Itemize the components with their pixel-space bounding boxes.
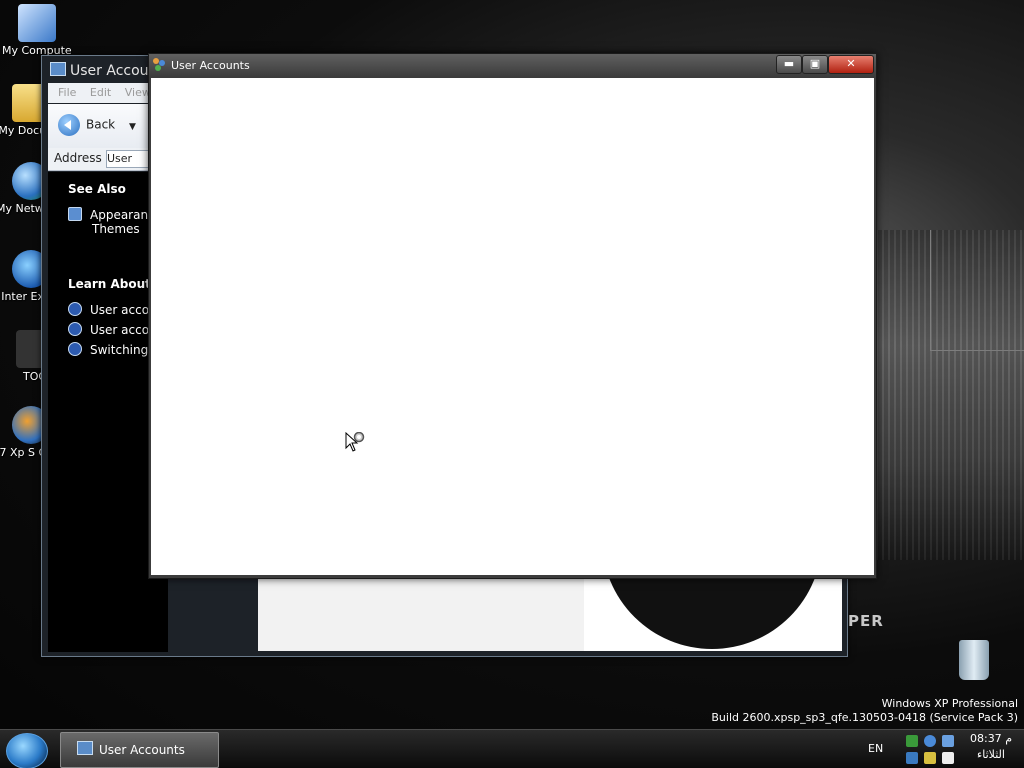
learn-about-link[interactable]: User acco (68, 322, 149, 337)
see-also-heading: See Also (68, 182, 126, 196)
user-accounts-window[interactable]: User Accounts ▬ ▣ ✕ (148, 53, 877, 579)
busy-cursor-icon (345, 432, 365, 452)
clock-day: الثلاثاء (977, 748, 1005, 761)
user-accounts-icon (153, 58, 167, 72)
learn-about-heading: Learn About (68, 277, 151, 291)
sparkle-icon[interactable] (924, 752, 936, 764)
taskbar: User Accounts EN 08:37 م الثلاثاء (0, 729, 1024, 768)
title-bar[interactable]: User Accounts ▬ ▣ ✕ (149, 54, 876, 78)
desktop-icon-recycle-bin[interactable] (944, 640, 1004, 680)
wallpaper-text: PER (848, 612, 884, 630)
address-label: Address (54, 151, 102, 165)
window-title: User Accou (50, 62, 149, 79)
back-label: Back (86, 117, 116, 132)
learn-about-link[interactable]: User acco (68, 302, 149, 317)
display-monitor-icon[interactable] (906, 752, 918, 764)
link-text: Switching (90, 343, 149, 357)
wallpaper-line (930, 230, 931, 350)
disc-graphic (602, 579, 822, 649)
user-accounts-icon (77, 741, 93, 755)
recycle-bin-icon (959, 640, 989, 680)
windows-version-watermark: Windows XP Professional Build 2600.xpsp_… (711, 697, 1018, 725)
learn-about-link[interactable]: Switching (68, 342, 148, 357)
back-button[interactable]: Back ▼ (58, 114, 136, 136)
wallpaper-line (930, 350, 1024, 351)
taskbar-button-label: User Accounts (99, 743, 185, 757)
content-area (258, 579, 584, 651)
network-connection-icon[interactable] (942, 735, 954, 747)
menu-file[interactable]: File (58, 86, 76, 99)
computer-icon (18, 4, 56, 42)
minimize-button[interactable]: ▬ (776, 55, 802, 74)
link-text: User acco (90, 303, 150, 317)
language-indicator[interactable]: EN (868, 742, 883, 755)
flag-icon[interactable] (942, 752, 954, 764)
desktop-icon-my-computer[interactable]: My Computer (2, 4, 72, 57)
maximize-button[interactable]: ▣ (802, 55, 828, 74)
watermark-line: Build 2600.xpsp_sp3_qfe.130503-0418 (Ser… (711, 711, 1018, 724)
back-arrow-icon (58, 114, 80, 136)
start-button[interactable] (6, 733, 48, 768)
network-globe-icon[interactable] (924, 735, 936, 747)
window-content (151, 78, 874, 575)
chevron-down-icon[interactable]: ▼ (129, 122, 136, 132)
display-icon (68, 207, 82, 221)
see-also-themes-link[interactable]: Themes (92, 222, 140, 236)
window-title-text: User Accou (70, 63, 149, 79)
menu-view[interactable]: View (125, 86, 151, 99)
user-accounts-icon (50, 62, 66, 76)
menu-edit[interactable]: Edit (90, 86, 111, 99)
window-title: User Accounts (171, 59, 250, 72)
help-icon (68, 322, 82, 336)
system-tray (904, 733, 960, 767)
system-clock[interactable]: 08:37 م الثلاثاء (966, 731, 1016, 763)
link-text: Themes (92, 222, 140, 236)
taskbar-button-user-accounts[interactable]: User Accounts (60, 732, 219, 768)
security-shield-icon[interactable] (906, 735, 918, 747)
link-text: User acco (90, 323, 150, 337)
wallpaper-texture (870, 230, 1024, 560)
close-button[interactable]: ✕ (828, 55, 874, 74)
help-icon (68, 342, 82, 356)
watermark-line: Windows XP Professional (881, 697, 1018, 710)
help-icon (68, 302, 82, 316)
clock-time: 08:37 م (969, 732, 1012, 745)
address-value: User (107, 152, 133, 165)
content-image (584, 579, 842, 651)
